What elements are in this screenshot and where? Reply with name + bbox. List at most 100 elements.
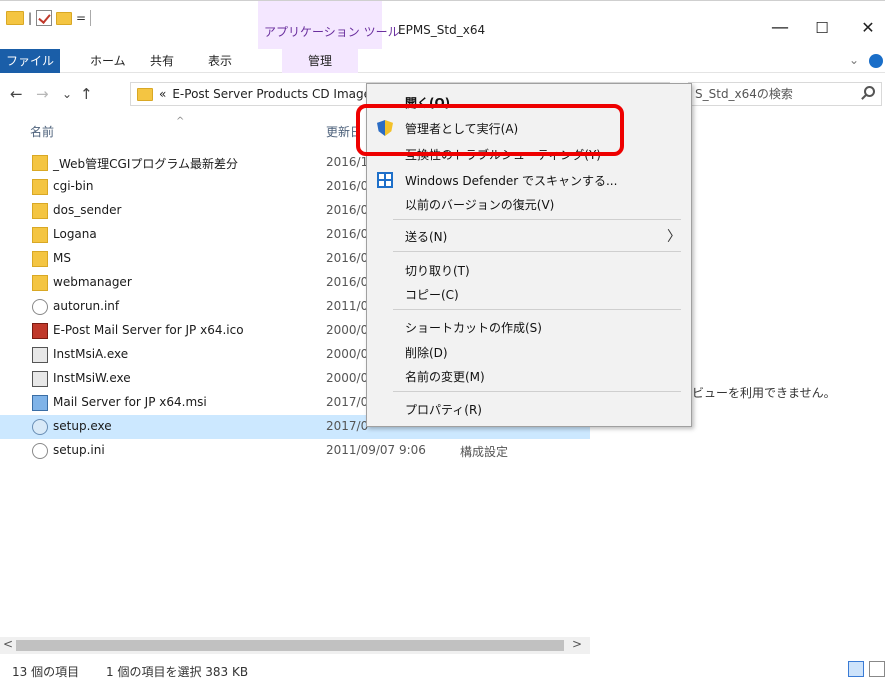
tab-share[interactable]: 共有: [140, 49, 184, 73]
contextual-tab-group-label: アプリケーション ツール: [264, 25, 400, 39]
file-name: E-Post Mail Server for JP x64.ico: [53, 323, 244, 337]
folder-icon: [32, 155, 48, 171]
menu-item-create-shortcut[interactable]: ショートカットの作成(S): [367, 315, 691, 339]
column-header-name[interactable]: 名前: [30, 123, 54, 140]
file-date: 2017/0: [326, 419, 369, 433]
minimize-button[interactable]: —: [768, 19, 792, 39]
file-date: 2011/0: [326, 299, 369, 313]
menu-item-label: 削除(D): [405, 346, 448, 360]
exe-icon: [32, 371, 48, 387]
file-name: webmanager: [53, 275, 132, 289]
file-date: 2017/0: [326, 395, 369, 409]
preview-pane-message: ビューを利用できません。: [692, 386, 836, 400]
submenu-arrow-icon: 〉: [667, 229, 681, 245]
menu-item-label: 名前の変更(M): [405, 370, 485, 384]
address-path[interactable]: E-Post Server Products CD Image: [172, 87, 371, 101]
file-name: MS: [53, 251, 71, 265]
file-name: InstMsiW.exe: [53, 371, 131, 385]
quick-access-toolbar: | =: [6, 7, 92, 29]
tab-file[interactable]: ファイル: [0, 49, 60, 73]
menu-item-label: ショートカットの作成(S): [405, 321, 542, 335]
file-type: 構成設定: [460, 445, 509, 459]
scroll-thumb[interactable]: [16, 640, 564, 651]
search-input[interactable]: S_Std_x64の検索: [688, 82, 882, 106]
address-folder-icon: [137, 87, 153, 101]
tab-manage[interactable]: 管理: [282, 49, 358, 73]
scroll-left-button[interactable]: <: [3, 637, 13, 651]
folder-icon: [32, 227, 48, 243]
setup-icon: [32, 419, 48, 435]
search-icon[interactable]: [864, 86, 875, 97]
menu-item-label: 送る(N): [405, 230, 448, 244]
file-date: 2016/1: [326, 155, 369, 169]
tab-home[interactable]: ホーム: [80, 49, 136, 73]
exe-icon: [32, 347, 48, 363]
address-overflow[interactable]: «: [159, 87, 166, 101]
file-date: 2016/0: [326, 275, 369, 289]
selection-info: 1 個の項目を選択 383 KB: [106, 665, 249, 679]
folder-icon: [32, 251, 48, 267]
menu-separator: [393, 391, 681, 392]
item-count: 13 個の項目: [12, 665, 80, 679]
scroll-right-button[interactable]: >: [572, 637, 582, 651]
title-bar: | = アプリケーション ツール EPMS_Std_x64 — ☐ ✕: [0, 1, 885, 49]
back-button[interactable]: ←: [10, 85, 23, 103]
file-name: dos_sender: [53, 203, 122, 217]
annotation-highlight-box: [356, 104, 624, 156]
menu-item-restore-previous[interactable]: 以前のバージョンの復元(V): [367, 192, 691, 216]
menu-item-defender-scan[interactable]: Windows Defender でスキャンする...: [367, 168, 691, 192]
folder-icon[interactable]: [6, 11, 24, 25]
file-row[interactable]: setup.ini 2011/09/07 9:06 構成設定: [0, 439, 590, 463]
file-name: autorun.inf: [53, 299, 120, 313]
menu-item-label: Windows Defender でスキャンする...: [405, 174, 618, 188]
menu-item-rename[interactable]: 名前の変更(M): [367, 364, 691, 388]
maximize-button[interactable]: ☐: [810, 19, 834, 39]
file-name: Mail Server for JP x64.msi: [53, 395, 207, 409]
ribbon-expand-chevron-icon[interactable]: ⌄: [849, 53, 859, 67]
ribbon-tabs: ファイル ホーム 共有 表示 管理 ⌄: [0, 49, 885, 73]
help-icon[interactable]: [869, 54, 883, 68]
file-name: setup.ini: [53, 443, 105, 457]
file-date: 2016/0: [326, 227, 369, 241]
qat-separator: |: [28, 11, 33, 25]
file-date: 2000/0: [326, 347, 369, 361]
file-name: _Web管理CGIプログラム最新差分: [53, 157, 239, 171]
menu-item-send-to[interactable]: 送る(N) 〉: [367, 224, 691, 248]
file-name: InstMsiA.exe: [53, 347, 129, 361]
defender-icon: [377, 172, 393, 188]
file-date: 2011/09/07 9:06: [326, 443, 426, 457]
menu-item-delete[interactable]: 削除(D): [367, 340, 691, 364]
file-explorer-window: | = アプリケーション ツール EPMS_Std_x64 — ☐ ✕ ファイル…: [0, 0, 885, 680]
file-date: 2016/0: [326, 179, 369, 193]
file-date: 2016/0: [326, 203, 369, 217]
forward-button[interactable]: →: [36, 85, 49, 103]
new-folder-icon[interactable]: [56, 11, 73, 25]
large-icons-view-icon[interactable]: [869, 661, 885, 677]
recent-locations-button[interactable]: ⌄: [62, 87, 72, 101]
qat-divider: [90, 10, 92, 26]
qat-customize-button[interactable]: =: [76, 11, 86, 25]
file-name: setup.exe: [53, 419, 112, 433]
details-view-icon[interactable]: [848, 661, 864, 677]
menu-item-properties[interactable]: プロパティ(R): [367, 397, 691, 421]
ico-file-icon: [32, 323, 48, 339]
settings-file-icon: [32, 443, 48, 459]
file-name: cgi-bin: [53, 179, 94, 193]
folder-icon: [32, 203, 48, 219]
folder-icon: [32, 275, 48, 291]
menu-item-label: コピー(C): [405, 288, 459, 302]
up-button[interactable]: ↑: [80, 85, 93, 103]
settings-file-icon: [32, 299, 48, 315]
horizontal-scrollbar[interactable]: < >: [0, 637, 590, 654]
menu-item-copy[interactable]: コピー(C): [367, 282, 691, 306]
menu-item-cut[interactable]: 切り取り(T): [367, 258, 691, 282]
menu-item-label: 以前のバージョンの復元(V): [405, 198, 555, 212]
msi-icon: [32, 395, 48, 411]
window-title: EPMS_Std_x64: [398, 23, 486, 37]
menu-separator: [393, 219, 681, 220]
status-bar: 13 個の項目 1 個の項目を選択 383 KB: [0, 657, 885, 681]
close-button[interactable]: ✕: [856, 19, 880, 39]
tab-view[interactable]: 表示: [198, 49, 242, 73]
search-placeholder: S_Std_x64の検索: [695, 87, 793, 101]
properties-check-icon[interactable]: [36, 10, 53, 26]
